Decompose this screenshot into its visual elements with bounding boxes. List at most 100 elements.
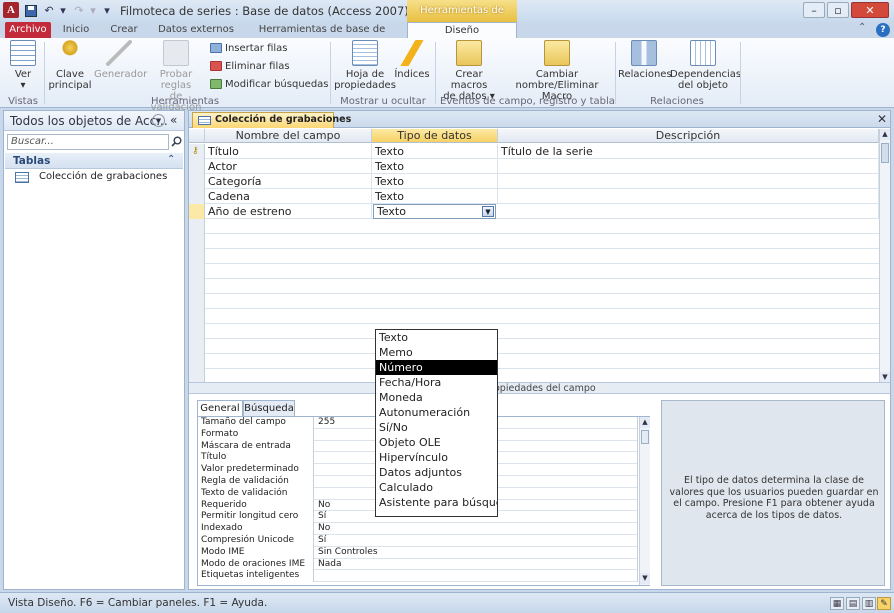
field-name-cell[interactable]: Título [205, 144, 372, 159]
row-selector[interactable] [189, 249, 205, 264]
close-document-icon[interactable]: ✕ [877, 112, 887, 126]
row-selector[interactable] [189, 279, 205, 294]
row-selector[interactable] [189, 294, 205, 309]
tab-crear[interactable]: Crear [104, 22, 144, 38]
row-selector[interactable] [189, 339, 205, 354]
row-selector[interactable] [189, 264, 205, 279]
scroll-down-icon[interactable]: ▼ [640, 573, 650, 584]
data-type-cell[interactable]: Texto [372, 144, 498, 159]
field-name-cell[interactable]: Cadena [205, 189, 372, 204]
ribbon-collapse-icon[interactable]: ⌃ [858, 22, 866, 33]
row-selector[interactable] [189, 234, 205, 249]
builder-button[interactable]: Generador [94, 40, 147, 80]
data-type-dropdown-list[interactable]: Texto Memo Número Fecha/Hora Moneda Auto… [375, 329, 498, 517]
relationships-button[interactable]: Relaciones [618, 40, 672, 80]
pivot-table-view-icon[interactable]: ▤ [846, 597, 860, 610]
redo-dropdown-icon[interactable]: ▾ [88, 3, 98, 19]
tab-archivo[interactable]: Archivo [5, 22, 51, 38]
table-row[interactable]: Cadena Texto [189, 189, 879, 204]
property-row[interactable]: Etiquetas inteligentes [198, 570, 638, 583]
property-value[interactable] [316, 570, 638, 583]
option-datos-adjuntos[interactable]: Datos adjuntos [376, 465, 497, 480]
table-row-active[interactable]: Año de estreno Texto ▼ [189, 204, 879, 219]
minimize-button[interactable]: – [803, 2, 825, 18]
nav-title[interactable]: Todos los objetos de Acc... [10, 114, 168, 128]
empty-row[interactable] [189, 324, 879, 339]
nav-search-input[interactable]: Buscar... [7, 134, 169, 150]
undo-icon[interactable]: ↶ [42, 3, 56, 19]
empty-row[interactable] [189, 264, 879, 279]
option-autonumeracion[interactable]: Autonumeración [376, 405, 497, 420]
chevron-up-icon[interactable]: ⌃ [167, 154, 175, 165]
empty-row[interactable] [189, 279, 879, 294]
field-name-cell[interactable]: Categoría [205, 174, 372, 189]
shutter-bar-icon[interactable]: « [170, 113, 177, 127]
property-value[interactable]: Sin Controles [316, 546, 638, 559]
indexes-button[interactable]: Índices [394, 40, 430, 80]
scroll-thumb[interactable] [641, 430, 649, 444]
property-row[interactable]: Compresión Unicode Sí [198, 535, 638, 547]
option-fecha-hora[interactable]: Fecha/Hora [376, 375, 497, 390]
option-objeto-ole[interactable]: Objeto OLE [376, 435, 497, 450]
table-row[interactable]: ⚷ Título Texto Título de la serie [189, 144, 879, 159]
empty-row[interactable] [189, 219, 879, 234]
row-selector[interactable] [189, 219, 205, 234]
description-cell[interactable] [498, 204, 879, 219]
property-value[interactable]: No [316, 523, 638, 535]
field-name-cell[interactable]: Actor [205, 159, 372, 174]
row-selector[interactable] [189, 189, 205, 204]
tab-inicio[interactable]: Inicio [58, 22, 94, 38]
row-selector[interactable]: ⚷ [189, 144, 205, 159]
row-selector[interactable] [189, 354, 205, 369]
data-type-combobox[interactable]: Texto ▼ [373, 204, 496, 219]
view-button[interactable]: Ver ▾ [6, 40, 40, 91]
tab-herramientas-base-datos[interactable]: Herramientas de base de datos [245, 22, 399, 51]
property-value[interactable]: Nada [316, 558, 638, 571]
table-row[interactable]: Actor Texto [189, 159, 879, 174]
design-view-icon[interactable]: ✎ [877, 597, 891, 610]
access-app-icon[interactable]: A [3, 2, 19, 18]
property-row[interactable]: Modo de oraciones IME Nada [198, 558, 638, 571]
insert-rows-button[interactable]: Insertar filas [210, 43, 288, 54]
empty-row[interactable] [189, 354, 879, 369]
nav-menu-dropdown-icon[interactable]: ▼ [152, 114, 165, 127]
document-tab[interactable]: Colección de grabaciones [192, 112, 351, 128]
option-numero[interactable]: Número [376, 360, 497, 375]
dropdown-arrow-icon[interactable]: ▼ [482, 206, 494, 217]
scroll-thumb[interactable] [881, 143, 889, 163]
nav-group-tablas[interactable]: Tablas ⌃ [5, 153, 183, 169]
modify-lookups-button[interactable]: Modificar búsquedas [210, 79, 329, 90]
property-row[interactable]: Modo IME Sin Controles [198, 546, 638, 559]
description-cell[interactable] [498, 174, 879, 189]
row-selector[interactable] [189, 309, 205, 324]
empty-row[interactable] [189, 249, 879, 264]
property-sheet-button[interactable]: Hoja de propiedades [334, 40, 396, 91]
customize-toolbar-icon[interactable]: ▾ [102, 3, 112, 19]
row-selector[interactable] [189, 174, 205, 189]
close-button[interactable]: ✕ [851, 2, 889, 18]
row-selector[interactable] [189, 159, 205, 174]
row-selector[interactable] [189, 324, 205, 339]
description-cell[interactable] [498, 159, 879, 174]
search-icon[interactable] [170, 134, 183, 150]
grid-vertical-scrollbar[interactable]: ▲ ▼ [879, 129, 890, 384]
description-cell[interactable] [498, 189, 879, 204]
option-calculado[interactable]: Calculado [376, 480, 497, 495]
create-data-macros-button[interactable]: Crear macros de datos ▾ [438, 40, 500, 102]
option-memo[interactable]: Memo [376, 345, 497, 360]
empty-row[interactable] [189, 309, 879, 324]
maximize-button[interactable]: ▫ [827, 2, 849, 18]
primary-key-button[interactable]: Clave principal [48, 40, 92, 91]
help-icon[interactable]: ? [876, 23, 890, 37]
row-selector[interactable] [189, 204, 205, 219]
table-row[interactable]: Categoría Texto [189, 174, 879, 189]
save-icon[interactable] [24, 3, 38, 19]
redo-icon[interactable]: ↷ [72, 3, 86, 19]
rename-delete-macro-button[interactable]: Cambiar nombre/Eliminar Macro [502, 40, 612, 102]
option-si-no[interactable]: Sí/No [376, 420, 497, 435]
undo-dropdown-icon[interactable]: ▾ [58, 3, 68, 19]
data-type-combo-value[interactable]: Texto [374, 205, 480, 218]
description-cell[interactable]: Título de la serie [498, 144, 879, 159]
scroll-up-icon[interactable]: ▲ [640, 417, 650, 428]
tab-busqueda[interactable]: Búsqueda [243, 400, 295, 416]
